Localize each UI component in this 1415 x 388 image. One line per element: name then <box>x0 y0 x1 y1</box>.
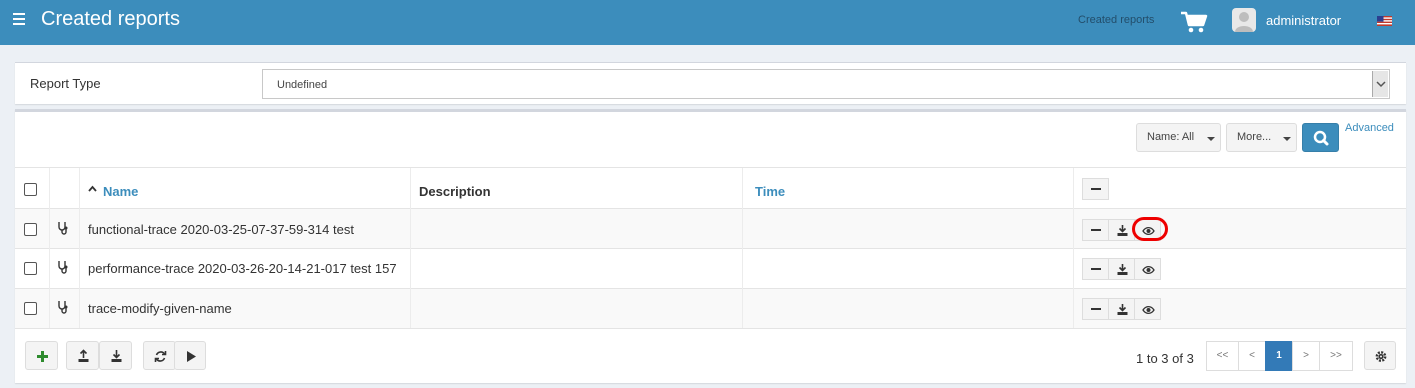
highlight-marker <box>1132 217 1168 241</box>
user-menu[interactable]: administrator <box>1266 13 1341 28</box>
eye-icon <box>1142 265 1155 275</box>
us-flag-icon[interactable] <box>1377 16 1392 26</box>
row-divider <box>15 248 1406 249</box>
more-dropdown[interactable]: More... <box>1226 123 1297 152</box>
header-divider <box>15 208 1406 209</box>
select-all-checkbox[interactable] <box>24 183 37 196</box>
minus-icon <box>1091 229 1101 231</box>
download-icon <box>1117 304 1128 315</box>
minus-icon <box>1091 268 1101 270</box>
stethoscope-icon <box>58 261 68 274</box>
last-page-button[interactable]: >> <box>1319 341 1353 371</box>
row-checkbox[interactable] <box>24 262 37 275</box>
view-button[interactable] <box>1134 258 1161 280</box>
avatar[interactable] <box>1232 8 1256 32</box>
add-report-button[interactable] <box>25 341 58 370</box>
report-type-select[interactable]: Undefined <box>262 69 1390 99</box>
advanced-search-link[interactable]: Advanced <box>1345 122 1394 134</box>
column-divider <box>79 168 80 328</box>
menu-icon[interactable] <box>13 13 25 25</box>
page-title: Created reports <box>41 8 180 30</box>
caret-down-icon <box>1283 137 1291 141</box>
sort-asc-icon[interactable] <box>88 185 97 192</box>
settings-button[interactable] <box>1364 341 1396 370</box>
column-divider <box>742 168 743 328</box>
cart-icon[interactable] <box>1180 10 1208 34</box>
download-button[interactable] <box>1108 298 1135 320</box>
top-navbar: Created reports Created reports administ… <box>0 0 1415 45</box>
remove-button[interactable] <box>1082 298 1109 320</box>
column-divider <box>410 168 411 328</box>
report-name[interactable]: performance-trace 2020-03-26-20-14-21-01… <box>88 261 397 276</box>
remove-button[interactable] <box>1082 219 1109 241</box>
report-name[interactable]: functional-trace 2020-03-25-07-37-59-314… <box>88 222 354 237</box>
plus-icon <box>37 351 48 362</box>
name-filter-label: Name: All <box>1147 131 1195 143</box>
column-header-time[interactable]: Time <box>755 184 785 199</box>
eye-icon <box>1142 305 1155 315</box>
column-header-name[interactable]: Name <box>103 184 138 199</box>
stethoscope-icon <box>58 222 68 235</box>
next-page-button[interactable]: > <box>1292 341 1320 371</box>
minus-icon <box>1091 188 1101 190</box>
breadcrumb[interactable]: Created reports <box>1078 14 1154 26</box>
table-top-border <box>15 167 1406 168</box>
download-icon <box>1117 264 1128 275</box>
report-name[interactable]: trace-modify-given-name <box>88 301 232 316</box>
more-label: More... <box>1237 131 1272 143</box>
report-type-filter: Report Type Undefined <box>15 62 1406 104</box>
row-checkbox[interactable] <box>24 302 37 315</box>
stethoscope-icon <box>58 301 68 314</box>
upload-icon <box>78 349 89 362</box>
view-button[interactable] <box>1134 298 1161 320</box>
run-button[interactable] <box>174 341 206 370</box>
column-header-description: Description <box>419 184 491 199</box>
row-checkbox[interactable] <box>24 223 37 236</box>
column-divider <box>49 168 50 328</box>
refresh-button[interactable] <box>143 341 176 370</box>
name-filter-dropdown[interactable]: Name: All <box>1136 123 1221 152</box>
collapse-all-button[interactable] <box>1082 178 1109 200</box>
report-type-value: Undefined <box>277 79 328 91</box>
upload-button[interactable] <box>66 341 99 370</box>
search-button[interactable] <box>1302 123 1339 152</box>
pagination-summary: 1 to 3 of 3 <box>1136 351 1194 366</box>
reports-panel: Name: All More... Advanced Name Descript… <box>15 109 1406 383</box>
download-button[interactable] <box>1108 258 1135 280</box>
page-1-button[interactable]: 1 <box>1265 341 1293 371</box>
refresh-icon <box>154 351 167 362</box>
download-button[interactable] <box>1108 219 1135 241</box>
row-divider <box>15 288 1406 289</box>
gear-icon <box>1375 351 1387 362</box>
search-icon <box>1313 130 1329 146</box>
play-icon <box>187 351 196 362</box>
export-button[interactable] <box>99 341 132 370</box>
download-icon <box>111 350 122 362</box>
caret-down-icon <box>1207 137 1215 141</box>
remove-button[interactable] <box>1082 258 1109 280</box>
prev-page-button[interactable]: < <box>1238 341 1266 371</box>
minus-icon <box>1091 308 1101 310</box>
column-divider <box>1073 168 1074 328</box>
report-type-label: Report Type <box>30 76 101 91</box>
first-page-button[interactable]: << <box>1206 341 1239 371</box>
chevron-down-icon[interactable] <box>1372 71 1388 97</box>
table-bottom-border <box>15 328 1406 329</box>
